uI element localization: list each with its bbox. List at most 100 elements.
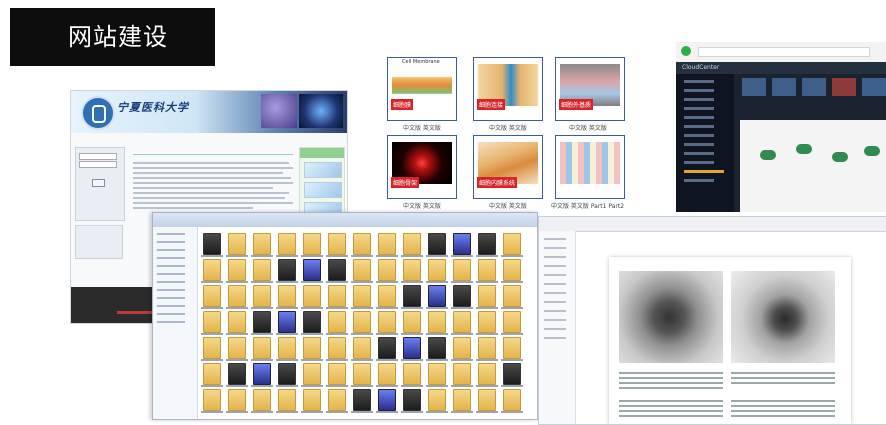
folder-icon[interactable] <box>353 311 371 333</box>
folder-icon[interactable] <box>353 285 371 307</box>
thumbnail-caption[interactable]: 中文版 英文版 <box>489 201 527 210</box>
folder-icon[interactable] <box>503 311 521 333</box>
folder-icon[interactable] <box>278 337 296 359</box>
more-box[interactable] <box>75 225 123 259</box>
folder-icon[interactable] <box>428 285 446 307</box>
folder-icon[interactable] <box>453 233 471 255</box>
folder-icon[interactable] <box>203 389 221 411</box>
side-thumb[interactable] <box>304 182 342 198</box>
folder-icon[interactable] <box>278 363 296 385</box>
thumbnail-cell-matrix[interactable]: 细胞外基质 <box>555 57 625 121</box>
folder-icon[interactable] <box>428 363 446 385</box>
side-thumb[interactable] <box>304 162 342 178</box>
folder-icon[interactable] <box>278 259 296 281</box>
folder-icon[interactable] <box>328 233 346 255</box>
folder-icon[interactable] <box>253 389 271 411</box>
folder-icon[interactable] <box>503 389 521 411</box>
thumbnail-cell-six[interactable] <box>555 135 625 199</box>
folder-icon[interactable] <box>453 363 471 385</box>
folder-icon[interactable] <box>378 285 396 307</box>
folder-icon[interactable] <box>353 259 371 281</box>
folder-icon[interactable] <box>303 389 321 411</box>
folder-icon[interactable] <box>203 233 221 255</box>
folder-icon[interactable] <box>503 233 521 255</box>
folder-icon[interactable] <box>428 337 446 359</box>
folder-icon[interactable] <box>453 311 471 333</box>
folder-icon[interactable] <box>478 233 496 255</box>
folder-icon[interactable] <box>253 337 271 359</box>
file-tile[interactable] <box>832 78 856 96</box>
folder-icon[interactable] <box>478 285 496 307</box>
folder-icon[interactable] <box>403 337 421 359</box>
folder-icon[interactable] <box>403 311 421 333</box>
folder-icon[interactable] <box>378 389 396 411</box>
folder-icon[interactable] <box>428 233 446 255</box>
folder-icon[interactable] <box>203 337 221 359</box>
folder-icon[interactable] <box>278 311 296 333</box>
thumbnail-caption[interactable]: 中文版 英文版 <box>569 123 607 132</box>
password-field[interactable] <box>79 161 117 168</box>
folder-icon[interactable] <box>253 285 271 307</box>
folder-icon[interactable] <box>278 389 296 411</box>
enter-button[interactable] <box>92 179 105 187</box>
folder-icon[interactable] <box>328 259 346 281</box>
file-tile[interactable] <box>772 78 796 96</box>
folder-icon[interactable] <box>353 389 371 411</box>
folder-icon[interactable] <box>228 233 246 255</box>
thumbnail-cell-membrane[interactable]: Cell Membrane 细胞膜 <box>387 57 457 121</box>
folder-icon[interactable] <box>228 389 246 411</box>
folder-icon[interactable] <box>203 363 221 385</box>
folder-icon[interactable] <box>378 233 396 255</box>
folder-icon[interactable] <box>228 311 246 333</box>
thumbnail-cell-junction[interactable]: 细胞连接 <box>473 57 543 121</box>
folder-icon[interactable] <box>278 233 296 255</box>
folder-icon[interactable] <box>253 259 271 281</box>
folder-icon[interactable] <box>228 259 246 281</box>
folder-icon[interactable] <box>503 337 521 359</box>
file-tile[interactable] <box>802 78 826 96</box>
folder-icon[interactable] <box>453 285 471 307</box>
folder-icon[interactable] <box>328 337 346 359</box>
folder-icon[interactable] <box>403 259 421 281</box>
folder-icon[interactable] <box>378 337 396 359</box>
folder-icon[interactable] <box>453 337 471 359</box>
file-tile[interactable] <box>862 78 886 96</box>
folder-icon[interactable] <box>453 259 471 281</box>
website-top-nav[interactable] <box>71 134 347 143</box>
folder-icon[interactable] <box>328 363 346 385</box>
thumbnail-caption[interactable]: 中文版 英文版 <box>489 123 527 132</box>
folder-icon[interactable] <box>328 389 346 411</box>
folder-icon[interactable] <box>478 259 496 281</box>
file-tile[interactable] <box>742 78 766 96</box>
folder-icon[interactable] <box>303 285 321 307</box>
folder-icon[interactable] <box>478 363 496 385</box>
folder-icon[interactable] <box>428 389 446 411</box>
folder-icon[interactable] <box>278 285 296 307</box>
folder-icon[interactable] <box>303 233 321 255</box>
folder-icon[interactable] <box>353 233 371 255</box>
folder-icon[interactable] <box>428 311 446 333</box>
folder-icon[interactable] <box>403 389 421 411</box>
folder-icon[interactable] <box>503 259 521 281</box>
folder-icon[interactable] <box>228 337 246 359</box>
folder-icon[interactable] <box>503 363 521 385</box>
username-field[interactable] <box>79 153 117 160</box>
folder-icon[interactable] <box>228 285 246 307</box>
folder-icon[interactable] <box>353 363 371 385</box>
folder-icon[interactable] <box>253 311 271 333</box>
folder-icon[interactable] <box>378 311 396 333</box>
thumbnail-cell-cytoskeleton[interactable]: 细胞骨架 <box>387 135 457 199</box>
folder-icon[interactable] <box>253 363 271 385</box>
folder-icon[interactable] <box>478 389 496 411</box>
folder-icon[interactable] <box>203 259 221 281</box>
folder-icon[interactable] <box>478 311 496 333</box>
folder-icon[interactable] <box>453 389 471 411</box>
address-bar[interactable] <box>698 47 870 57</box>
folder-icon[interactable] <box>303 259 321 281</box>
folder-icon[interactable] <box>428 259 446 281</box>
folder-icon[interactable] <box>203 311 221 333</box>
folder-icon[interactable] <box>328 311 346 333</box>
folder-icon[interactable] <box>303 311 321 333</box>
folder-icon[interactable] <box>403 363 421 385</box>
folder-icon[interactable] <box>303 363 321 385</box>
